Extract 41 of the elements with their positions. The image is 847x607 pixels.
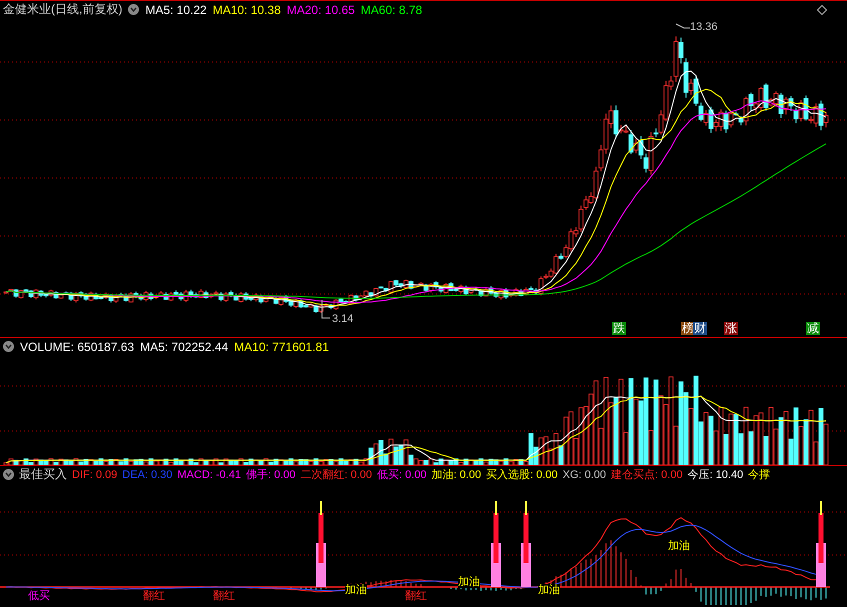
stock-title: 金健米业(日线,前复权) <box>3 1 122 18</box>
signal-badge: 财 <box>693 322 707 335</box>
dropdown-icon[interactable] <box>3 469 14 480</box>
indicator-value: MA10: 771601.81 <box>234 340 329 354</box>
low-buy-label: 低买 <box>28 590 50 602</box>
indicator-value: MA5: 10.22 <box>145 2 207 16</box>
indicator-value: 建仓买点: 0.00 <box>611 468 683 482</box>
indicator-value: 今撑 <box>748 468 770 482</box>
indicator-value: MA10: 10.38 <box>212 2 281 16</box>
diamond-icon[interactable] <box>817 4 827 14</box>
indicator-value: MACD: -0.41 <box>177 468 241 480</box>
dropdown-icon[interactable] <box>128 4 140 15</box>
indicator-value: DIF: 0.09 <box>72 468 118 480</box>
indicator-value: MA5: 702252.44 <box>140 340 228 354</box>
indicator-value: 今压: 10.40 <box>688 468 744 482</box>
signal-badge: 涨 <box>724 322 738 335</box>
low-price-label: 3.14 <box>332 313 354 325</box>
reversal-label: 翻红 <box>405 590 427 602</box>
indicator-value: XG: 0.00 <box>562 468 606 480</box>
indicator-value: 佛手: 0.00 <box>246 468 296 482</box>
reversal-label: 翻红 <box>213 590 235 602</box>
indicator-value: 买入选股: 0.00 <box>486 468 558 482</box>
leader-line <box>676 24 690 28</box>
refuel-label: 加油 <box>458 576 480 588</box>
indicator-title: 最佳买入 <box>19 466 67 483</box>
signal-badge: 减 <box>806 322 820 335</box>
leader-line <box>322 300 330 318</box>
signal-badge: 跌 <box>612 322 626 335</box>
indicator-value: 加油: 0.00 <box>432 468 482 482</box>
refuel-label: 加油 <box>345 584 367 596</box>
indicator-value: 低买: 0.00 <box>377 468 427 482</box>
dropdown-icon[interactable] <box>3 341 14 352</box>
reversal-label: 翻红 <box>143 590 165 602</box>
indicator-value: MA60: 8.78 <box>360 2 422 16</box>
indicator-value: MA20: 10.65 <box>286 2 355 16</box>
indicator-value: 二次翻红: 0.00 <box>300 468 372 482</box>
indicator-value: VOLUME: 650187.63 <box>20 340 134 354</box>
high-price-label: 13.36 <box>690 21 718 33</box>
refuel-label: 加油 <box>538 584 560 596</box>
refuel-label: 加油 <box>668 540 690 552</box>
indicator-value: DEA: 0.30 <box>122 468 172 480</box>
